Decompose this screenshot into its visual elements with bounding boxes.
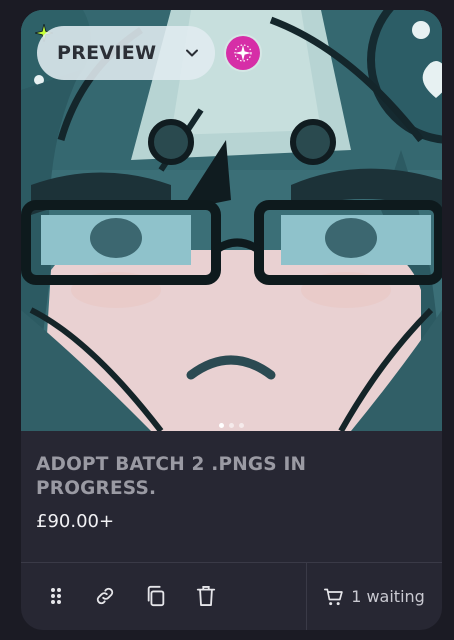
sparkle-star-glyph (234, 44, 252, 62)
drag-handle-icon (51, 588, 61, 604)
trash-icon (196, 586, 216, 606)
copy-icon (147, 585, 165, 607)
carousel-dot[interactable] (229, 423, 234, 428)
drag-handle-button[interactable] (43, 583, 69, 609)
listing-title[interactable]: ADOPT BATCH 2 .PNGS IN PROGRESS. (36, 453, 336, 501)
carousel-dot[interactable] (219, 423, 224, 428)
duplicate-button[interactable] (143, 583, 169, 609)
star-badge-icon[interactable] (226, 36, 260, 70)
carousel-dot[interactable] (239, 423, 244, 428)
listing-artwork[interactable]: PREVIEW (21, 10, 442, 431)
listing-price: £90.00+ (36, 511, 115, 532)
delete-button[interactable] (193, 583, 219, 609)
copy-link-button[interactable] (92, 583, 118, 609)
listing-actions (21, 563, 306, 630)
chevron-down-icon (186, 49, 198, 57)
preview-label: PREVIEW (57, 42, 157, 64)
link-icon (96, 587, 114, 605)
cart-icon (324, 588, 343, 605)
waiting-count: 1 waiting (351, 587, 425, 606)
listing-card[interactable]: PREVIEW ADOPT BATCH 2 .PNGS IN PROGRESS.… (21, 10, 442, 630)
carousel-indicator (21, 423, 442, 428)
waiting-queue-button[interactable]: 1 waiting (307, 563, 442, 630)
preview-dropdown[interactable]: PREVIEW (37, 26, 215, 80)
